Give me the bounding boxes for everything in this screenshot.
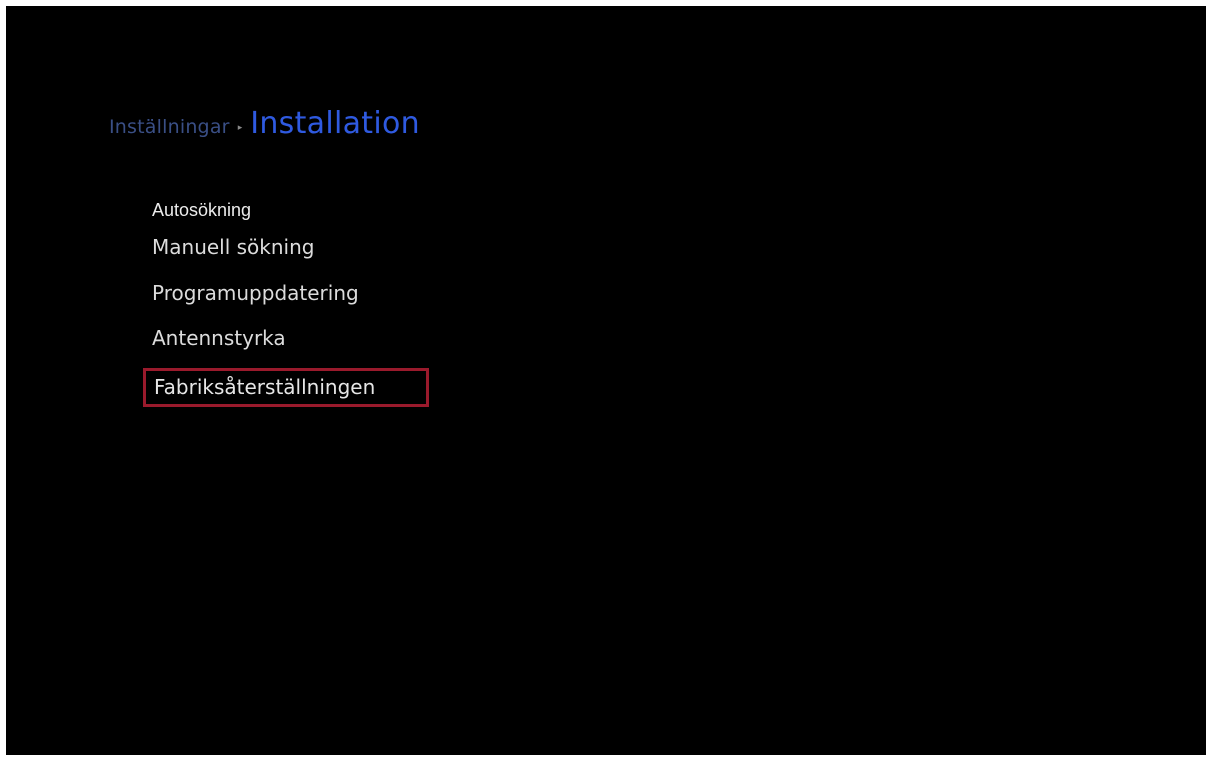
menu-item-fabriksaterstallningen[interactable]: Fabriksåterställningen [143, 368, 429, 407]
breadcrumb-arrow-icon: ▸ [237, 123, 243, 133]
tv-screen: Inställningar ▸ Installation Autosökning… [6, 6, 1206, 755]
menu-item-manuell-sokning[interactable]: Manuell sökning [152, 235, 314, 259]
breadcrumb-parent[interactable]: Inställningar [109, 116, 230, 138]
menu-item-autosokning[interactable]: Autosökning [152, 200, 251, 221]
breadcrumb: Inställningar ▸ Installation [109, 106, 420, 150]
menu-item-antennstyrka[interactable]: Antennstyrka [152, 326, 286, 350]
page-title: Installation [250, 106, 420, 141]
menu-item-programuppdatering[interactable]: Programuppdatering [152, 281, 359, 305]
